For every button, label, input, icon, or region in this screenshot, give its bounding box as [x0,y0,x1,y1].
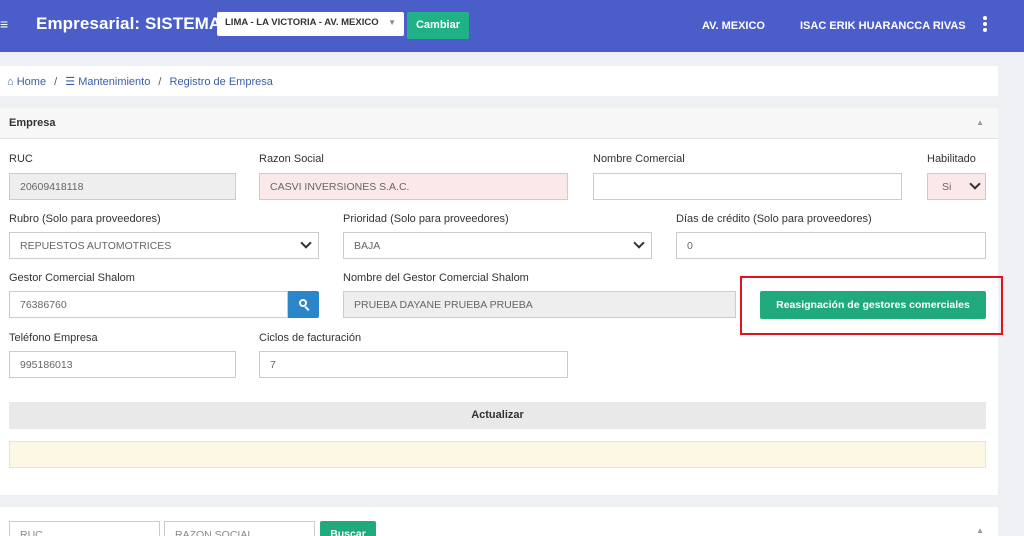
chevron-down-icon [633,237,645,249]
search-razon-input[interactable]: RAZON SOCIAL [164,521,315,536]
nombre-gestor-field[interactable]: PRUEBA DAYANE PRUEBA PRUEBA [343,291,736,318]
hamburger-menu-icon[interactable]: ≡ [0,16,10,32]
gestor-comercial-label: Gestor Comercial Shalom [9,272,135,284]
home-icon: ⌂ [7,76,14,88]
ruc-field[interactable]: 20609418118 [9,173,236,200]
actualizar-button[interactable]: Actualizar [9,402,986,429]
prioridad-label: Prioridad (Solo para proveedores) [343,213,509,225]
razon-social-label: Razon Social [259,153,324,165]
breadcrumb-separator: / [54,76,58,88]
breadcrumb: ⌂ Home / ☰ Mantenimiento / Registro de E… [0,66,998,96]
user-name[interactable]: ISAC ERIK HUARANCCA RIVAS [800,20,966,32]
habilitado-select[interactable]: Si [927,173,986,200]
empresa-panel-header[interactable]: Empresa ▲ [0,108,998,139]
telefono-field[interactable]: 995186013 [9,351,236,378]
sucursal-label[interactable]: AV. MEXICO [702,20,765,32]
collapse-icon[interactable]: ▲ [976,526,984,535]
dias-credito-field[interactable]: 0 [676,232,986,259]
rubro-value: REPUESTOS AUTOMOTRICES [20,240,172,252]
cambiar-button[interactable]: Cambiar [407,12,469,39]
ciclos-label: Ciclos de facturación [259,332,362,344]
collapse-icon[interactable]: ▲ [976,118,984,127]
chevron-down-icon [300,237,312,249]
search-icon-handle [304,306,310,311]
breadcrumb-current[interactable]: Registro de Empresa [170,76,273,88]
breadcrumb-mantenimiento[interactable]: Mantenimiento [78,76,150,88]
empresa-panel: Empresa ▲ RUC 20609418118 Razon Social C… [0,108,1003,495]
breadcrumb-separator: / [158,76,162,88]
razon-social-field[interactable]: CASVI INVERSIONES S.A.C. [259,173,568,200]
ciclos-field[interactable]: 7 [259,351,568,378]
chevron-down-icon: ▼ [388,18,396,27]
rubro-label: Rubro (Solo para proveedores) [9,213,161,225]
search-gestor-button[interactable] [288,291,319,318]
habilitado-label: Habilitado [927,153,976,165]
alert-bar [9,441,986,468]
rubro-select[interactable]: REPUESTOS AUTOMOTRICES [9,232,319,259]
nombre-gestor-label: Nombre del Gestor Comercial Shalom [343,272,529,284]
panel-title: Empresa [9,117,56,129]
habilitado-value: Si [942,181,952,193]
prioridad-select[interactable]: BAJA [343,232,652,259]
buscar-button[interactable]: Buscar [320,521,376,536]
list-icon: ☰ [65,76,76,88]
nombre-comercial-field[interactable] [593,173,902,200]
sede-select[interactable]: LIMA - LA VICTORIA - AV. MEXICO ▼ [217,12,404,36]
app-title: Empresarial: SISTEMAS [36,14,233,33]
top-navbar: ≡ Empresarial: SISTEMAS LIMA - LA VICTOR… [0,0,1024,52]
ruc-label: RUC [9,153,33,165]
kebab-menu-icon[interactable] [980,14,990,36]
gestor-comercial-field[interactable]: 76386760 [9,291,288,318]
chevron-down-icon [969,178,981,190]
breadcrumb-home[interactable]: Home [17,76,46,88]
sede-select-value: LIMA - LA VICTORIA - AV. MEXICO [225,17,379,28]
telefono-label: Teléfono Empresa [9,332,98,344]
reasignacion-gestores-button[interactable]: Reasignación de gestores comerciales [760,291,986,319]
nombre-comercial-label: Nombre Comercial [593,153,685,165]
search-ruc-input[interactable]: RUC [9,521,160,536]
search-panel: RUC RAZON SOCIAL Buscar ▲ [0,507,998,536]
dias-credito-label: Días de crédito (Solo para proveedores) [676,213,872,225]
prioridad-value: BAJA [354,240,381,252]
